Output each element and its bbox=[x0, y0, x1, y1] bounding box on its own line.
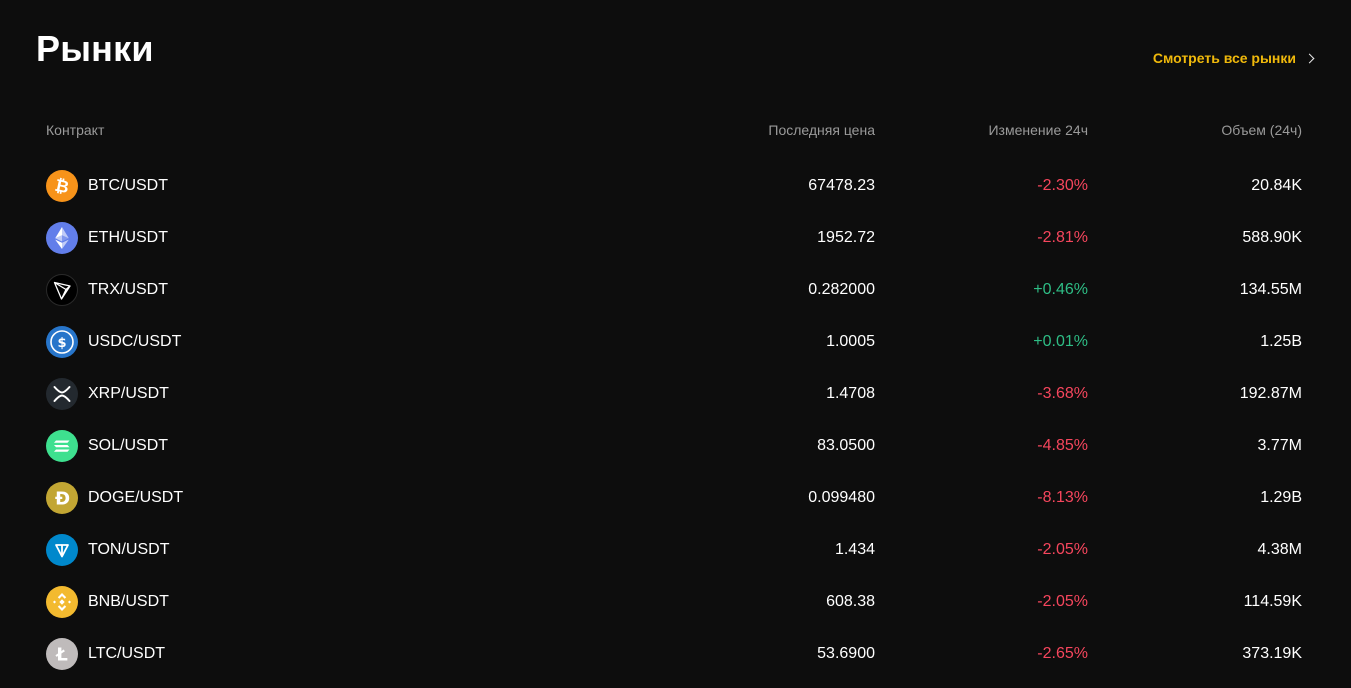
table-row[interactable]: Đ DOGE/USDT 0.099480 -8.13% 1.29B bbox=[46, 472, 1302, 524]
table-row[interactable]: ETH/USDT 1952.72 -2.81% 588.90K bbox=[46, 212, 1302, 264]
sol-icon bbox=[46, 430, 78, 462]
table-row[interactable]: XRP/USDT 1.4708 -3.68% 192.87M bbox=[46, 368, 1302, 420]
cell-volume-24h: 373.19K bbox=[1242, 645, 1302, 662]
cell-volume-24h: 3.77M bbox=[1257, 437, 1302, 454]
cell-contract: ETH/USDT bbox=[46, 222, 666, 254]
page-title: Рынки bbox=[36, 28, 154, 69]
cell-volume-24h: 1.25B bbox=[1260, 333, 1302, 350]
bnb-icon bbox=[46, 586, 78, 618]
cell-volume-24h: 114.59K bbox=[1243, 593, 1302, 610]
table-row[interactable]: SOL/USDT 83.0500 -4.85% 3.77M bbox=[46, 420, 1302, 472]
pair-name: TON/USDT bbox=[88, 541, 170, 558]
cell-last-price: 1.0005 bbox=[826, 333, 875, 350]
cell-last-price: 83.0500 bbox=[817, 437, 875, 454]
cell-volume-24h: 192.87M bbox=[1239, 385, 1302, 402]
cell-change-24h: -2.05% bbox=[1037, 593, 1088, 610]
cell-last-price: 0.282000 bbox=[808, 281, 875, 298]
table-row[interactable]: Ł LTC/USDT 53.6900 -2.65% 373.19K bbox=[46, 628, 1302, 680]
cell-last-price: 67478.23 bbox=[808, 177, 875, 194]
pair-name: XRP/USDT bbox=[88, 385, 169, 402]
pair-name: USDC/USDT bbox=[88, 333, 182, 350]
markets-page: Рынки Смотреть все рынки Контракт Послед… bbox=[0, 0, 1351, 688]
cell-volume-24h: 1.29B bbox=[1260, 489, 1302, 506]
column-header-change: Изменение 24ч bbox=[988, 122, 1088, 138]
ton-icon bbox=[46, 534, 78, 566]
cell-change-24h: -2.30% bbox=[1037, 177, 1088, 194]
table-row[interactable]: ₿ BTC/USDT 67478.23 -2.30% 20.84K bbox=[46, 160, 1302, 212]
pair-name: ETH/USDT bbox=[88, 229, 168, 246]
cell-contract: ₿ BTC/USDT bbox=[46, 170, 666, 202]
pair-name: BNB/USDT bbox=[88, 593, 169, 610]
cell-change-24h: +0.01% bbox=[1033, 333, 1088, 350]
cell-contract: TON/USDT bbox=[46, 534, 666, 566]
pair-name: SOL/USDT bbox=[88, 437, 169, 454]
cell-volume-24h: 20.84K bbox=[1251, 177, 1302, 194]
cell-change-24h: -3.68% bbox=[1037, 385, 1088, 402]
column-header-contract: Контракт bbox=[46, 122, 105, 138]
cell-contract: Đ DOGE/USDT bbox=[46, 482, 666, 514]
cell-last-price: 53.6900 bbox=[817, 645, 875, 662]
table-row[interactable]: TRX/USDT 0.282000 +0.46% 134.55M bbox=[46, 264, 1302, 316]
table-row[interactable]: TON/USDT 1.434 -2.05% 4.38M bbox=[46, 524, 1302, 576]
eth-icon bbox=[46, 222, 78, 254]
see-all-markets-label: Смотреть все рынки bbox=[1152, 50, 1296, 66]
cell-last-price: 1952.72 bbox=[817, 229, 875, 246]
cell-last-price: 1.434 bbox=[834, 541, 875, 558]
cell-volume-24h: 4.38M bbox=[1257, 541, 1302, 558]
table-body: ₿ BTC/USDT 67478.23 -2.30% 20.84K ETH/USDT 195… bbox=[46, 160, 1302, 680]
svg-text:$: $ bbox=[57, 336, 66, 351]
cell-contract: TRX/USDT bbox=[46, 274, 666, 306]
table-header: Контракт Последняя цена Изменение 24ч Об… bbox=[46, 116, 1302, 144]
cell-volume-24h: 134.55M bbox=[1239, 281, 1302, 298]
column-header-price: Последняя цена bbox=[768, 122, 875, 138]
cell-change-24h: -2.05% bbox=[1037, 541, 1088, 558]
cell-last-price: 1.4708 bbox=[826, 385, 875, 402]
pair-name: BTC/USDT bbox=[88, 177, 168, 194]
btc-icon: ₿ bbox=[46, 170, 78, 202]
svg-text:Đ: Đ bbox=[55, 489, 70, 510]
cell-last-price: 0.099480 bbox=[808, 489, 875, 506]
table-row[interactable]: $ USDC/USDT 1.0005 +0.01% 1.25B bbox=[46, 316, 1302, 368]
cell-contract: XRP/USDT bbox=[46, 378, 666, 410]
cell-change-24h: -2.81% bbox=[1037, 229, 1088, 246]
markets-table: Контракт Последняя цена Изменение 24ч Об… bbox=[46, 116, 1302, 680]
xrp-icon bbox=[46, 378, 78, 410]
ltc-icon: Ł bbox=[46, 638, 78, 670]
chevron-right-icon bbox=[1304, 53, 1315, 64]
table-row[interactable]: BNB/USDT 608.38 -2.05% 114.59K bbox=[46, 576, 1302, 628]
cell-change-24h: -8.13% bbox=[1037, 489, 1088, 506]
pair-name: TRX/USDT bbox=[88, 281, 168, 298]
pair-name: DOGE/USDT bbox=[88, 489, 184, 506]
trx-icon bbox=[46, 274, 78, 306]
cell-change-24h: -2.65% bbox=[1037, 645, 1088, 662]
cell-change-24h: +0.46% bbox=[1033, 281, 1088, 298]
svg-text:Ł: Ł bbox=[55, 645, 68, 666]
cell-change-24h: -4.85% bbox=[1037, 437, 1088, 454]
pair-name: LTC/USDT bbox=[88, 645, 166, 662]
usdc-icon: $ bbox=[46, 326, 78, 358]
cell-volume-24h: 588.90K bbox=[1242, 229, 1302, 246]
cell-contract: BNB/USDT bbox=[46, 586, 666, 618]
column-header-volume: Объем (24ч) bbox=[1221, 122, 1302, 138]
cell-contract: SOL/USDT bbox=[46, 430, 666, 462]
doge-icon: Đ bbox=[46, 482, 78, 514]
cell-last-price: 608.38 bbox=[826, 593, 875, 610]
cell-contract: Ł LTC/USDT bbox=[46, 638, 666, 670]
cell-contract: $ USDC/USDT bbox=[46, 326, 666, 358]
see-all-markets-link[interactable]: Смотреть все рынки bbox=[1152, 50, 1315, 66]
